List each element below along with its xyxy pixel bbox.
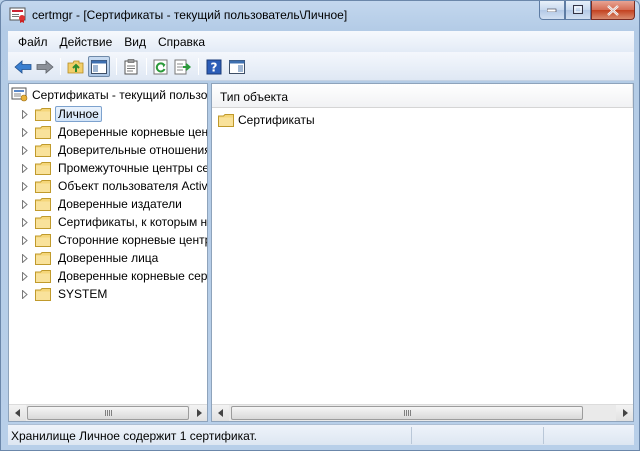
folder-icon bbox=[31, 107, 55, 121]
folder-icon bbox=[218, 113, 238, 127]
tree-root-label: Сертификаты - текущий пользователь bbox=[32, 88, 208, 102]
certificates-store-icon bbox=[11, 87, 29, 103]
tree-item-label: Доверенные издатели bbox=[58, 197, 182, 211]
folder-icon bbox=[31, 251, 55, 265]
scroll-right-arrow-icon[interactable] bbox=[616, 405, 633, 421]
tree-item-label: Объект пользователя Active Directory bbox=[58, 179, 208, 193]
tree-item[interactable]: Доверительные отношения в предприятии bbox=[19, 141, 208, 159]
tree-item-label: Сертификаты, к которым нет доверия bbox=[58, 215, 208, 229]
expand-arrow-icon[interactable] bbox=[19, 144, 31, 156]
tree-root[interactable]: Сертификаты - текущий пользователь bbox=[11, 86, 208, 104]
expand-arrow-icon[interactable] bbox=[19, 162, 31, 174]
list-pane[interactable]: Тип объекта Сертификаты bbox=[211, 83, 634, 422]
show-hide-tree-icon[interactable] bbox=[88, 56, 110, 77]
forward-icon[interactable] bbox=[34, 56, 56, 77]
menu-action[interactable]: Действие bbox=[54, 33, 119, 51]
list-item-label: Сертификаты bbox=[238, 113, 315, 127]
tree-item-label: SYSTEM bbox=[58, 287, 108, 301]
folder-icon bbox=[31, 287, 55, 301]
column-header-row: Тип объекта bbox=[212, 84, 633, 108]
status-bar: Хранилище Личное содержит 1 сертификат. bbox=[8, 424, 634, 445]
tree-horizontal-scrollbar[interactable] bbox=[9, 404, 207, 421]
menu-view[interactable]: Вид bbox=[118, 33, 152, 51]
tree-item-label: Промежуточные центры сертификации bbox=[58, 161, 207, 175]
title-bar[interactable]: certmgr - [Сертификаты - текущий пользов… bbox=[1, 1, 639, 31]
column-header-object-type[interactable]: Тип объекта bbox=[212, 84, 633, 107]
folder-icon bbox=[31, 197, 55, 211]
list-item[interactable]: Сертификаты bbox=[218, 111, 315, 129]
main-window: certmgr - [Сертификаты - текущий пользов… bbox=[0, 0, 640, 451]
tree-item[interactable]: Доверенные корневые центры сертификации bbox=[19, 123, 208, 141]
folder-icon bbox=[31, 233, 55, 247]
tree-item-label: Личное bbox=[55, 106, 102, 122]
tree-item[interactable]: Доверенные издатели bbox=[19, 195, 185, 213]
menu-bar: Файл Действие Вид Справка bbox=[8, 31, 634, 52]
tree-item[interactable]: Доверенные лица bbox=[19, 249, 161, 267]
tree-item-label: Доверенные лица bbox=[58, 251, 159, 265]
tree-item[interactable]: SYSTEM bbox=[19, 285, 110, 303]
tree-item[interactable]: Сторонние корневые центры сертификации bbox=[19, 231, 207, 249]
scroll-thumb[interactable] bbox=[27, 406, 189, 420]
scroll-right-arrow-icon[interactable] bbox=[190, 405, 207, 421]
menu-file[interactable]: Файл bbox=[12, 33, 54, 51]
certmgr-app-icon[interactable] bbox=[9, 6, 27, 24]
window-title: certmgr - [Сертификаты - текущий пользов… bbox=[32, 8, 348, 22]
help-icon[interactable]: ? bbox=[203, 56, 225, 77]
tree-item[interactable]: Объект пользователя Active Directory bbox=[19, 177, 208, 195]
expand-arrow-icon[interactable] bbox=[19, 126, 31, 138]
tree-item[interactable]: Личное bbox=[19, 105, 102, 123]
minimize-button[interactable] bbox=[539, 1, 565, 20]
properties-icon[interactable] bbox=[120, 56, 142, 77]
toolbar: ? bbox=[8, 52, 634, 81]
expand-arrow-icon[interactable] bbox=[19, 198, 31, 210]
scroll-left-arrow-icon[interactable] bbox=[9, 405, 26, 421]
folder-icon bbox=[31, 215, 55, 229]
menu-help[interactable]: Справка bbox=[152, 33, 211, 51]
status-text: Хранилище Личное содержит 1 сертификат. bbox=[11, 429, 258, 443]
list-horizontal-scrollbar[interactable] bbox=[212, 404, 633, 421]
tree-item-label: Доверенные корневые центры сертификации bbox=[58, 125, 208, 139]
tree-item[interactable]: Промежуточные центры сертификации bbox=[19, 159, 207, 177]
tree-item[interactable]: Сертификаты, к которым нет доверия bbox=[19, 213, 208, 231]
folder-icon bbox=[31, 125, 55, 139]
folder-icon bbox=[31, 161, 55, 175]
close-button[interactable] bbox=[591, 1, 635, 20]
scroll-left-arrow-icon[interactable] bbox=[212, 405, 229, 421]
folder-icon bbox=[31, 143, 55, 157]
folder-icon bbox=[31, 269, 55, 283]
show-action-pane-icon[interactable] bbox=[226, 56, 248, 77]
expand-arrow-icon[interactable] bbox=[19, 270, 31, 282]
export-list-icon[interactable] bbox=[172, 56, 194, 77]
maximize-button[interactable] bbox=[565, 1, 591, 20]
expand-arrow-icon[interactable] bbox=[19, 288, 31, 300]
scroll-thumb[interactable] bbox=[231, 406, 583, 420]
tree-pane[interactable]: Сертификаты - текущий пользователь Лично… bbox=[8, 83, 208, 422]
svg-text:?: ? bbox=[211, 60, 218, 74]
up-folder-icon[interactable] bbox=[65, 56, 87, 77]
tree-item-label: Доверительные отношения в предприятии bbox=[58, 143, 208, 157]
tree-item[interactable]: Доверенные корневые сертификаты смарт-ка… bbox=[19, 267, 208, 285]
back-icon[interactable] bbox=[12, 56, 34, 77]
expand-arrow-icon[interactable] bbox=[19, 234, 31, 246]
expand-arrow-icon[interactable] bbox=[19, 108, 31, 120]
tree-item-label: Доверенные корневые сертификаты смарт-ка… bbox=[58, 269, 208, 283]
expand-arrow-icon[interactable] bbox=[19, 216, 31, 228]
folder-icon bbox=[31, 179, 55, 193]
expand-arrow-icon[interactable] bbox=[19, 252, 31, 264]
expand-arrow-icon[interactable] bbox=[19, 180, 31, 192]
refresh-icon[interactable] bbox=[150, 56, 172, 77]
tree-item-label: Сторонние корневые центры сертификации bbox=[58, 233, 207, 247]
